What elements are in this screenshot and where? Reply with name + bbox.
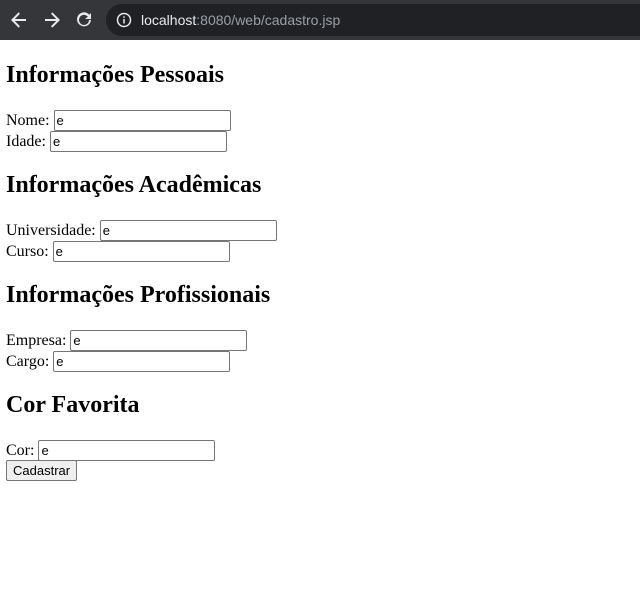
empresa-input[interactable] xyxy=(70,329,248,351)
arrow-left-icon xyxy=(11,12,26,28)
nome-input[interactable] xyxy=(53,109,231,131)
page-content: Informações Pessoais Nome: Idade: Inform… xyxy=(0,40,640,606)
row-empresa: Empresa: xyxy=(6,329,634,351)
heading-pessoais: Informações Pessoais xyxy=(6,62,224,88)
label-nome: Nome: xyxy=(6,111,50,129)
label-curso: Curso: xyxy=(6,242,49,260)
label-idade: Idade: xyxy=(6,132,46,150)
browser-toolbar: localhost:8080/web/cadastro.jsp xyxy=(0,0,640,40)
cadastro-form: Informações Pessoais Nome: Idade: Inform… xyxy=(6,61,634,481)
row-submit: Cadastrar xyxy=(6,460,634,481)
label-empresa: Empresa: xyxy=(6,331,67,349)
row-universidade: Universidade: xyxy=(6,219,634,241)
reload-button[interactable] xyxy=(72,8,96,32)
url-text[interactable]: localhost:8080/web/cadastro.jsp xyxy=(141,11,340,29)
idade-input[interactable] xyxy=(49,130,227,152)
row-idade: Idade: xyxy=(6,130,634,152)
row-cor: Cor: xyxy=(6,439,634,461)
row-curso: Curso: xyxy=(6,240,634,262)
label-universidade: Universidade: xyxy=(6,221,96,239)
heading-profissionais: Informações Profissionais xyxy=(6,282,271,308)
curso-input[interactable] xyxy=(52,240,230,262)
label-cargo: Cargo: xyxy=(6,352,50,370)
cor-input[interactable] xyxy=(38,439,216,461)
address-bar[interactable]: localhost:8080/web/cadastro.jsp xyxy=(106,4,640,36)
url-path: :8080/web/cadastro.jsp xyxy=(196,12,341,28)
arrow-right-icon xyxy=(45,12,60,28)
cargo-input[interactable] xyxy=(53,350,231,372)
reload-icon xyxy=(77,12,91,27)
heading-cor: Cor Favorita xyxy=(6,392,140,418)
universidade-input[interactable] xyxy=(99,219,277,241)
label-cor: Cor: xyxy=(6,441,35,459)
cadastrar-button[interactable]: Cadastrar xyxy=(6,460,78,481)
forward-button[interactable] xyxy=(40,8,64,32)
row-nome: Nome: xyxy=(6,109,634,131)
heading-academicas: Informações Acadêmicas xyxy=(6,172,262,198)
row-cargo: Cargo: xyxy=(6,350,634,372)
info-icon[interactable] xyxy=(116,12,132,28)
back-button[interactable] xyxy=(7,8,31,32)
url-host: localhost xyxy=(141,12,197,28)
